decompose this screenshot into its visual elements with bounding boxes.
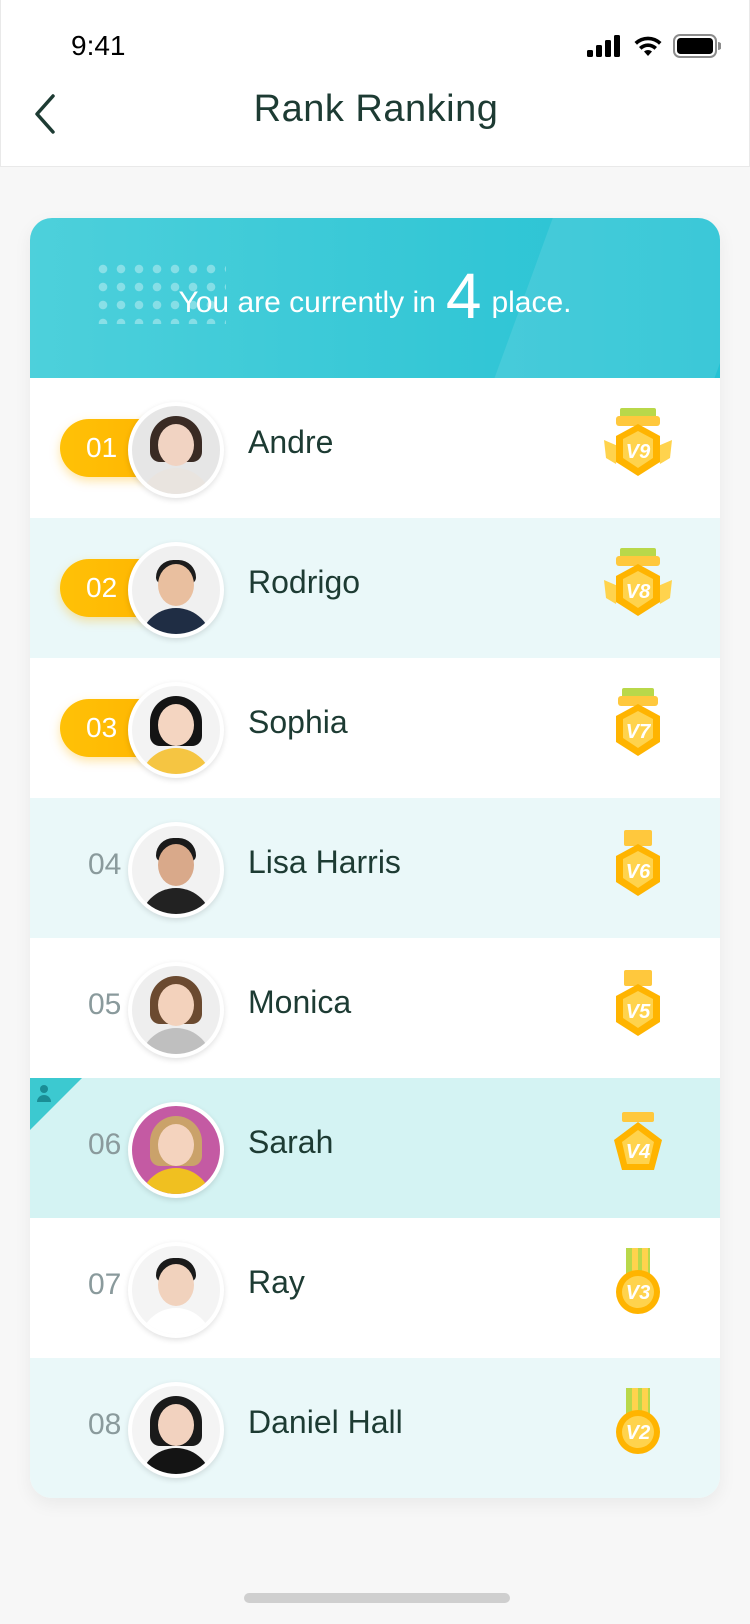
medal-level: V2 bbox=[626, 1422, 650, 1444]
avatar bbox=[128, 682, 224, 778]
ranking-row[interactable]: 03 Sophia V7 bbox=[30, 658, 720, 798]
winged-gold-medal-icon: V8 bbox=[604, 548, 672, 616]
medal-level: V6 bbox=[626, 861, 651, 883]
avatar bbox=[128, 402, 224, 498]
ranking-row[interactable]: 04 Lisa Harris V6 bbox=[30, 798, 720, 938]
banner-suffix: place. bbox=[491, 286, 572, 319]
ranking-row[interactable]: 01 Andre V9 bbox=[30, 378, 720, 518]
avatar bbox=[128, 822, 224, 918]
ranking-list: 01 Andre V9 02 Rodrigo V8 03 Sophia V7 0… bbox=[30, 378, 720, 1498]
ranking-card: You are currently in 4 place. 01 Andre V9 bbox=[30, 218, 720, 1498]
medal-level: V3 bbox=[626, 1282, 650, 1304]
user-name: Ray bbox=[248, 1264, 305, 1300]
status-time: 9:41 bbox=[71, 30, 126, 61]
current-rank-banner: You are currently in 4 place. bbox=[30, 218, 720, 438]
signal-icon bbox=[587, 35, 620, 57]
user-name: Daniel Hall bbox=[248, 1404, 403, 1440]
home-indicator[interactable] bbox=[244, 1593, 510, 1603]
ranking-row[interactable]: 05 Monica V5 bbox=[30, 938, 720, 1078]
avatar bbox=[128, 962, 224, 1058]
medal-level: V7 bbox=[626, 721, 651, 743]
avatar bbox=[128, 1102, 224, 1198]
user-icon bbox=[37, 1085, 51, 1102]
avatar bbox=[128, 1382, 224, 1478]
user-name: Lisa Harris bbox=[248, 844, 401, 880]
ranking-row[interactable]: 08 Daniel Hall V2 bbox=[30, 1358, 720, 1498]
page-title: Rank Ranking bbox=[253, 88, 499, 130]
banner-prefix: You are currently in bbox=[178, 286, 436, 319]
ranking-row-current-user[interactable]: 06 Sarah V4 bbox=[30, 1078, 720, 1218]
current-rank-number: 4 bbox=[445, 260, 482, 332]
user-name: Andre bbox=[248, 424, 334, 460]
ranking-row[interactable]: 02 Rodrigo V8 bbox=[30, 518, 720, 658]
medal-level: V5 bbox=[626, 1001, 651, 1023]
avatar bbox=[128, 1242, 224, 1338]
ranking-row[interactable]: 07 Ray V3 bbox=[30, 1218, 720, 1358]
pentagon-medal-icon: V4 bbox=[614, 1112, 662, 1170]
navigation-bar: 9:41 Rank Ranking bbox=[0, 0, 750, 167]
battery-icon bbox=[673, 34, 721, 58]
round-medal-icon: V2 bbox=[616, 1388, 660, 1454]
hexagon-medal-icon: V5 bbox=[616, 970, 660, 1036]
winged-gold-medal-icon: V9 bbox=[604, 408, 672, 476]
avatar bbox=[128, 542, 224, 638]
round-medal-icon: V3 bbox=[616, 1248, 660, 1314]
medal-level: V4 bbox=[626, 1141, 650, 1163]
user-name: Sophia bbox=[248, 704, 348, 740]
hexagon-medal-icon: V6 bbox=[616, 830, 660, 896]
current-rank-text: You are currently in 4 place. bbox=[30, 256, 720, 343]
medal-level: V9 bbox=[626, 441, 651, 463]
medal-level: V8 bbox=[626, 581, 651, 603]
gold-medal-icon: V7 bbox=[616, 688, 660, 756]
wifi-icon bbox=[634, 36, 662, 56]
status-icons bbox=[587, 32, 721, 60]
user-name: Rodrigo bbox=[248, 564, 361, 600]
user-name: Monica bbox=[248, 984, 352, 1020]
user-name: Sarah bbox=[248, 1124, 334, 1160]
